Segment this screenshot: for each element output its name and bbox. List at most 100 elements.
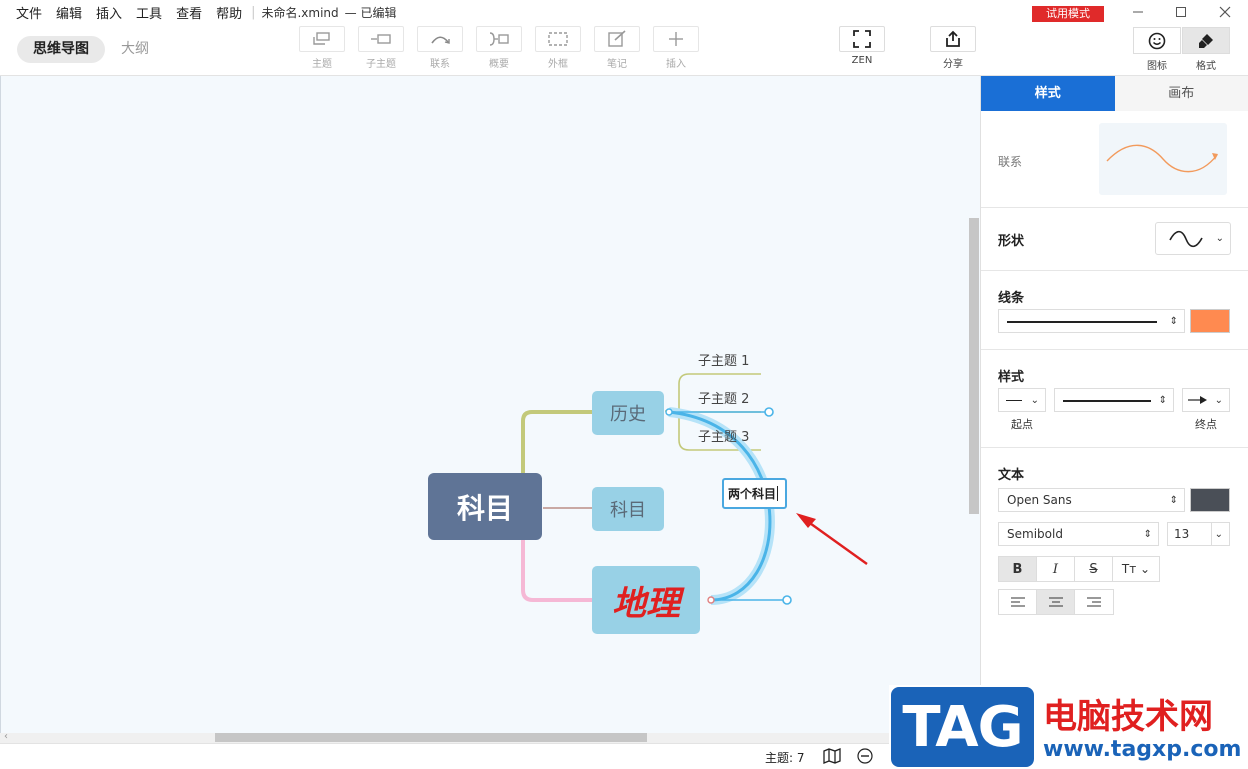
minimize-button[interactable] <box>1128 3 1148 21</box>
maximize-button[interactable] <box>1171 3 1191 21</box>
align-left-icon <box>1010 597 1025 607</box>
updown-arrows-icon: ⇕ <box>1169 494 1178 506</box>
share-button[interactable]: 分享 <box>930 26 976 70</box>
style-line-sample <box>1063 400 1151 402</box>
line-title: 线条 <box>998 291 1025 306</box>
topic-geography[interactable]: 地理 <box>592 566 700 634</box>
annotation-arrow-line <box>806 520 868 565</box>
boundary-tool-label: 外框 <box>548 59 568 70</box>
topic-subject[interactable]: 科目 <box>592 487 664 531</box>
relationship-label-input[interactable]: 两个科目 <box>722 478 787 509</box>
format-panel: 样式 画布 联系 形状 ⌄ 线条 ⇕ 样式 ⌄ 起点 ⇕ ⌄ 终点 文本 Ope… <box>980 76 1248 769</box>
updown-arrows-icon: ⇕ <box>1169 315 1178 327</box>
line-style-select[interactable]: ⇕ <box>1054 388 1174 412</box>
menu-view[interactable]: 查看 <box>169 3 209 22</box>
shape-title: 形状 <box>998 234 1025 249</box>
shape-select[interactable]: ⌄ <box>1155 222 1231 255</box>
subtopic-2[interactable]: 子主题 2 <box>698 388 749 407</box>
zoom-out-button[interactable] <box>857 748 873 768</box>
arrow-end-icon <box>1188 396 1207 404</box>
font-size-value: 13 <box>1174 527 1190 541</box>
line-thickness-select[interactable]: ⇕ <box>998 309 1185 333</box>
central-topic[interactable]: 科目 <box>428 473 542 540</box>
tab-canvas[interactable]: 画布 <box>1114 76 1248 111</box>
subtopic-tool[interactable]: 子主题 <box>358 26 404 70</box>
text-title: 文本 <box>998 468 1025 483</box>
style-section: 样式 ⌄ 起点 ⇕ ⌄ 终点 <box>981 350 1248 448</box>
align-right-icon <box>1087 597 1101 607</box>
subtopic-3[interactable]: 子主题 3 <box>698 426 749 445</box>
mindmap-canvas[interactable] <box>0 76 980 743</box>
menu-insert[interactable]: 插入 <box>89 3 129 22</box>
align-right-button[interactable] <box>1075 590 1113 614</box>
minus-circle-icon <box>857 748 873 764</box>
align-left-button[interactable] <box>999 590 1037 614</box>
plus-icon <box>669 32 683 46</box>
note-tool-label: 笔记 <box>607 59 627 70</box>
relationship-tool[interactable]: 联系 <box>417 26 463 70</box>
text-section: 文本 Open Sans ⇕ Semibold ⇕ 13 ⌄ B I S Tт … <box>981 448 1248 618</box>
line-color-swatch[interactable] <box>1190 309 1230 333</box>
align-center-button[interactable] <box>1037 590 1075 614</box>
minimize-icon <box>1133 11 1143 13</box>
shape-section: 形状 ⌄ <box>981 208 1248 271</box>
menu-help[interactable]: 帮助 <box>209 3 249 22</box>
insert-tool-label: 插入 <box>666 59 686 70</box>
control-handle-bottom <box>782 595 792 605</box>
view-tabs: 思维导图 大纲 <box>17 36 165 63</box>
text-color-swatch[interactable] <box>1190 488 1230 512</box>
menu-edit[interactable]: 编辑 <box>49 3 89 22</box>
style-title: 样式 <box>998 370 1025 385</box>
strikethrough-button[interactable]: S <box>1075 557 1113 581</box>
icon-panel-button[interactable]: 图标 <box>1133 27 1181 72</box>
tab-style[interactable]: 样式 <box>981 76 1115 111</box>
boundary-icon <box>548 32 568 46</box>
tab-outline[interactable]: 大纲 <box>105 36 165 63</box>
scroll-left-arrow-icon[interactable]: ‹ <box>4 731 8 742</box>
insert-tool[interactable]: 插入 <box>653 26 699 70</box>
fullscreen-icon <box>853 30 871 48</box>
menu-file[interactable]: 文件 <box>0 3 49 22</box>
italic-button[interactable]: I <box>1037 557 1075 581</box>
subtopic-1[interactable]: 子主题 1 <box>698 350 749 369</box>
share-icon <box>946 30 960 47</box>
trial-mode-badge[interactable]: 试用模式 <box>1032 6 1104 22</box>
note-tool[interactable]: 笔记 <box>594 26 640 70</box>
line-section: 线条 ⇕ <box>981 271 1248 350</box>
zen-label: ZEN <box>851 55 873 66</box>
horizontal-scrollbar[interactable] <box>215 733 647 742</box>
start-point-select[interactable]: ⌄ <box>998 388 1046 412</box>
topic-history[interactable]: 历史 <box>592 391 664 435</box>
wave-shape-icon <box>1169 230 1203 247</box>
menu-tools[interactable]: 工具 <box>129 3 169 22</box>
text-style-buttons: B I S Tт ⌄ <box>998 556 1160 582</box>
icon-panel-label: 图标 <box>1147 61 1167 72</box>
boundary-tool[interactable]: 外框 <box>535 26 581 70</box>
text-caret <box>777 486 779 501</box>
zen-button[interactable]: ZEN <box>839 26 885 66</box>
map-view-icon[interactable] <box>823 748 841 768</box>
relationship-preview-label: 联系 <box>998 155 1023 169</box>
subtopic-tool-label: 子主题 <box>366 59 396 70</box>
relationship-tool-label: 联系 <box>430 59 450 70</box>
share-label: 分享 <box>943 59 963 70</box>
bold-button[interactable]: B <box>999 557 1037 581</box>
tab-mindmap[interactable]: 思维导图 <box>17 36 105 63</box>
toolbar: 思维导图 大纲 主题 子主题 联系 概要 外框 笔记 插入 ZEN 分享 图标 <box>0 24 1248 76</box>
summary-tool[interactable]: 概要 <box>476 26 522 70</box>
end-point-select[interactable]: ⌄ <box>1182 388 1230 412</box>
font-size-select[interactable]: 13 ⌄ <box>1167 522 1230 546</box>
format-panel-label: 格式 <box>1196 61 1216 72</box>
close-button[interactable] <box>1215 3 1235 21</box>
topic-tool[interactable]: 主题 <box>299 26 345 70</box>
font-weight-select[interactable]: Semibold ⇕ <box>998 522 1159 546</box>
format-panel-button[interactable]: 格式 <box>1182 27 1230 72</box>
text-align-buttons <box>998 589 1114 615</box>
text-case-button[interactable]: Tт ⌄ <box>1113 557 1159 581</box>
vertical-scrollbar[interactable] <box>969 218 979 514</box>
close-icon <box>1219 6 1231 18</box>
start-point-label: 起点 <box>1011 418 1033 431</box>
branch-line-geography <box>521 540 593 602</box>
font-family-select[interactable]: Open Sans ⇕ <box>998 488 1185 512</box>
line-sample <box>1007 321 1157 323</box>
